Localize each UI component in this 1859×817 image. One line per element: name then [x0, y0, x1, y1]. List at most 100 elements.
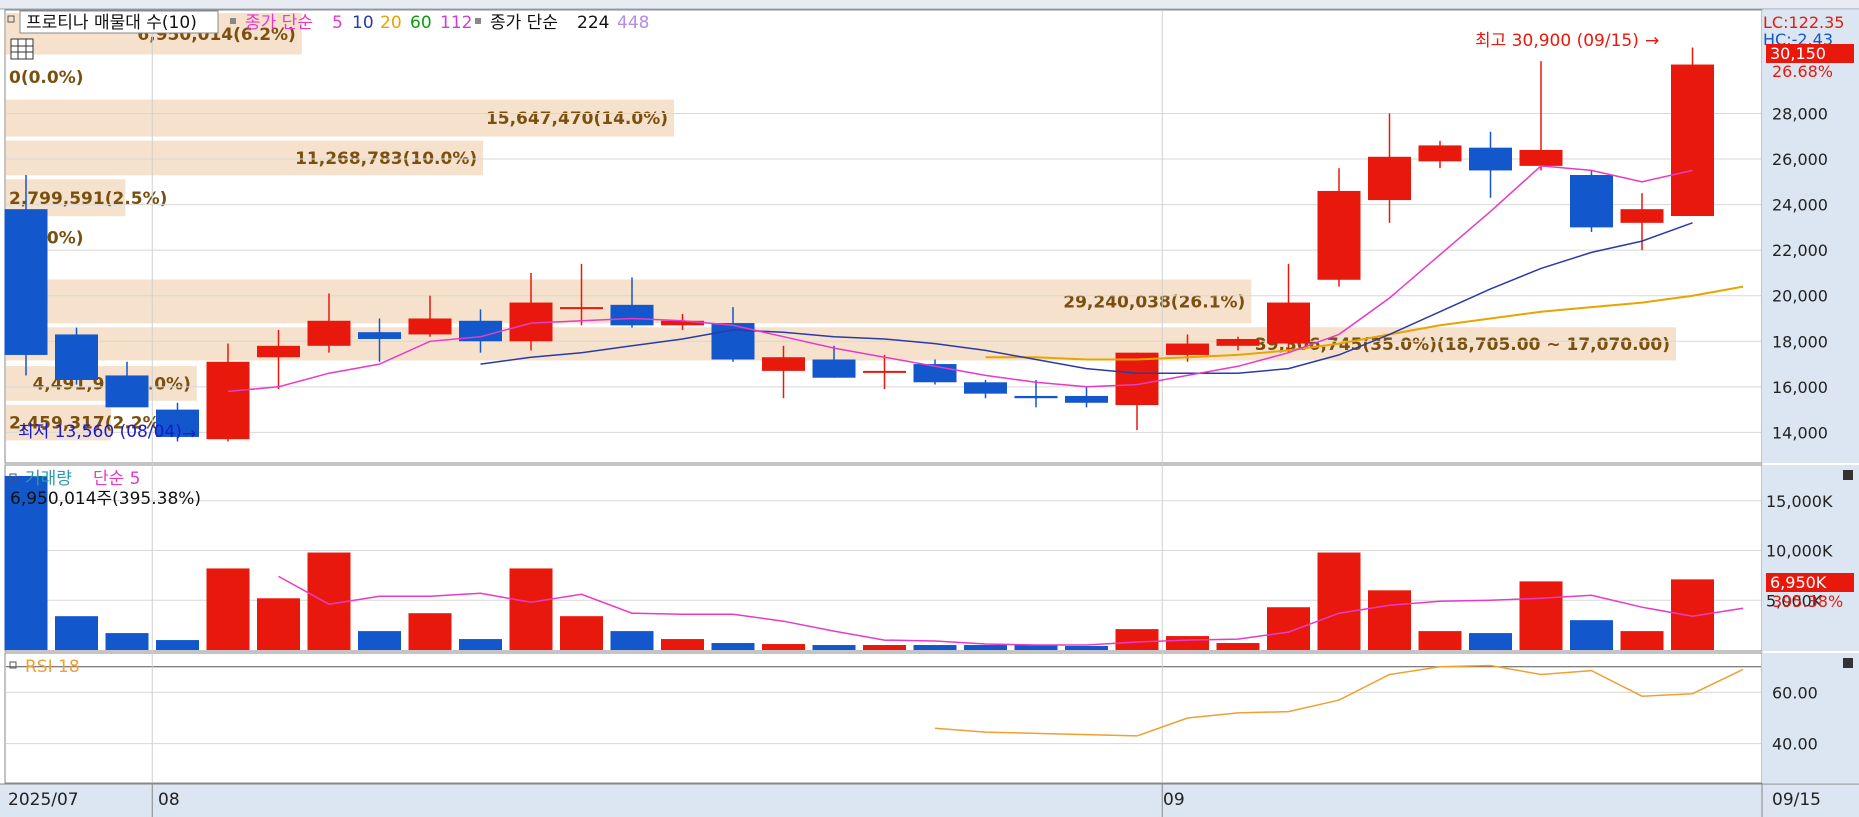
candle-body — [1469, 147, 1512, 171]
candle-body — [105, 375, 149, 408]
volume-bar — [1620, 631, 1664, 650]
ma-legend-5: 5 — [332, 13, 343, 33]
volume-legend-label: 거래량 — [25, 469, 72, 489]
candle-body — [257, 345, 300, 358]
volume-bar — [1014, 645, 1058, 650]
candle-body — [1418, 145, 1462, 162]
high-annotation: 최고 30,900 (09/15) — [1475, 31, 1639, 51]
stock-chart-svg[interactable]: 6,950,014(6.2%)0(0.0%)15,647,470(14.0%)1… — [0, 0, 1859, 817]
legend-marker-icon — [230, 18, 236, 24]
candle-body — [812, 359, 856, 378]
price-tick-label: 26,000 — [1772, 150, 1828, 169]
price-tick-label: 22,000 — [1772, 241, 1828, 260]
profile-label: 39,306,745(35.0%)(18,705.00 ~ 17,070.00) — [1255, 335, 1670, 355]
date-label-aug: 08 — [158, 790, 180, 810]
volume-bar — [1671, 579, 1714, 650]
volume-bar — [1570, 620, 1613, 650]
profile-label: 2,799,591(2.5%) — [9, 189, 167, 209]
ma-legend-112: 112 — [440, 13, 472, 33]
volume-bar — [105, 633, 149, 650]
date-label-sep: 09 — [1163, 790, 1185, 810]
current-price-pct: 26.68% — [1772, 62, 1833, 81]
candle-body — [1014, 395, 1058, 399]
volume-bar — [1065, 646, 1108, 650]
volume-bar — [762, 644, 805, 650]
current-volume-pct: 395.38% — [1772, 592, 1843, 611]
candle-body — [1620, 209, 1664, 223]
price-tick-label: 18,000 — [1772, 332, 1828, 351]
volume-bar — [1317, 552, 1361, 650]
ma-legend-10: 10 — [352, 13, 374, 33]
candle-body — [560, 307, 603, 310]
current-price-value: 30,150 — [1770, 44, 1826, 63]
date-axis[interactable] — [0, 784, 1859, 817]
low-annotation: 최저 13,560 (08/04) — [18, 422, 182, 442]
price-tick-label: 20,000 — [1772, 287, 1828, 306]
candle-body — [1216, 339, 1260, 346]
volume-bar — [206, 568, 250, 650]
stock-chart-window: 6,950,014(6.2%) 0(0.0%) 15,647,470(14.0%) 1… — [0, 0, 1859, 817]
table-toggle-icon[interactable] — [10, 38, 34, 60]
volume-bar — [711, 643, 755, 650]
volume-current-value: 6,950,014주(395.38%) — [10, 489, 201, 509]
rsi-legend-label: RSI 18 — [25, 657, 80, 677]
volume-bar — [1368, 590, 1411, 650]
volume-bar — [408, 613, 452, 650]
candle-body — [863, 370, 906, 373]
profile-label: 15,647,470(14.0%) — [486, 109, 668, 129]
high-arrow-icon: → — [1645, 31, 1659, 51]
volume-tick-label: 15,000K — [1766, 492, 1833, 511]
profile-legend-label: 프로티나 매물대 수(10) — [26, 13, 197, 33]
candle-body — [4, 209, 48, 355]
candle-body — [1065, 395, 1108, 403]
volume-bar — [610, 631, 654, 650]
ma2-legend-448: 448 — [617, 13, 649, 33]
ma2-legend-224: 224 — [577, 13, 609, 33]
volume-bar — [1469, 633, 1512, 650]
price-panel[interactable] — [4, 9, 1763, 464]
price-tick-label: 24,000 — [1772, 196, 1828, 215]
collapse-icon[interactable] — [1843, 658, 1853, 668]
candle-body — [1166, 343, 1209, 355]
candle-body — [1671, 64, 1714, 217]
candle-body — [610, 304, 654, 326]
volume-bar — [964, 645, 1007, 650]
volume-bar — [661, 639, 704, 650]
rsi-tick-label: 40.00 — [1772, 735, 1818, 754]
date-label-start: 2025/07 — [8, 790, 79, 810]
volume-bar — [509, 568, 553, 650]
legend-marker-icon — [475, 18, 481, 24]
volume-bar — [257, 598, 300, 650]
volume-bar — [156, 640, 199, 650]
ma-legend-20: 20 — [380, 13, 402, 33]
volume-bar — [459, 639, 502, 650]
ma2-legend-label: 종가 단순 — [490, 13, 558, 33]
ma-legend-60: 60 — [410, 13, 432, 33]
candle-body — [358, 332, 401, 339]
volume-bar — [863, 645, 906, 650]
volume-bar — [358, 631, 401, 650]
price-tick-label: 28,000 — [1772, 105, 1828, 124]
candle-body — [1570, 175, 1613, 228]
ma-legend-label: 종가 단순 — [245, 13, 313, 33]
volume-bar — [1115, 629, 1159, 650]
candle-body — [1317, 190, 1361, 280]
rsi-panel[interactable] — [4, 652, 1763, 784]
volume-bar — [55, 616, 98, 650]
volume-bar — [812, 645, 856, 650]
candle-body — [206, 361, 250, 440]
price-tick-label: 14,000 — [1772, 423, 1828, 442]
candle-body — [1267, 302, 1310, 344]
candle-body — [1115, 352, 1159, 406]
volume-ma-legend: 단순 5 — [93, 469, 141, 489]
rsi-tick-label: 60.00 — [1772, 683, 1818, 702]
candle-body — [307, 320, 351, 346]
candle-body — [1368, 156, 1411, 201]
top-toolbar-strip — [0, 0, 1859, 9]
rsi-axis[interactable] — [1762, 653, 1859, 783]
candle-body — [762, 357, 805, 371]
volume-bar — [1267, 607, 1310, 650]
low-arrow-icon: → — [182, 424, 196, 444]
price-tick-label: 16,000 — [1772, 378, 1828, 397]
collapse-icon[interactable] — [1843, 470, 1853, 480]
